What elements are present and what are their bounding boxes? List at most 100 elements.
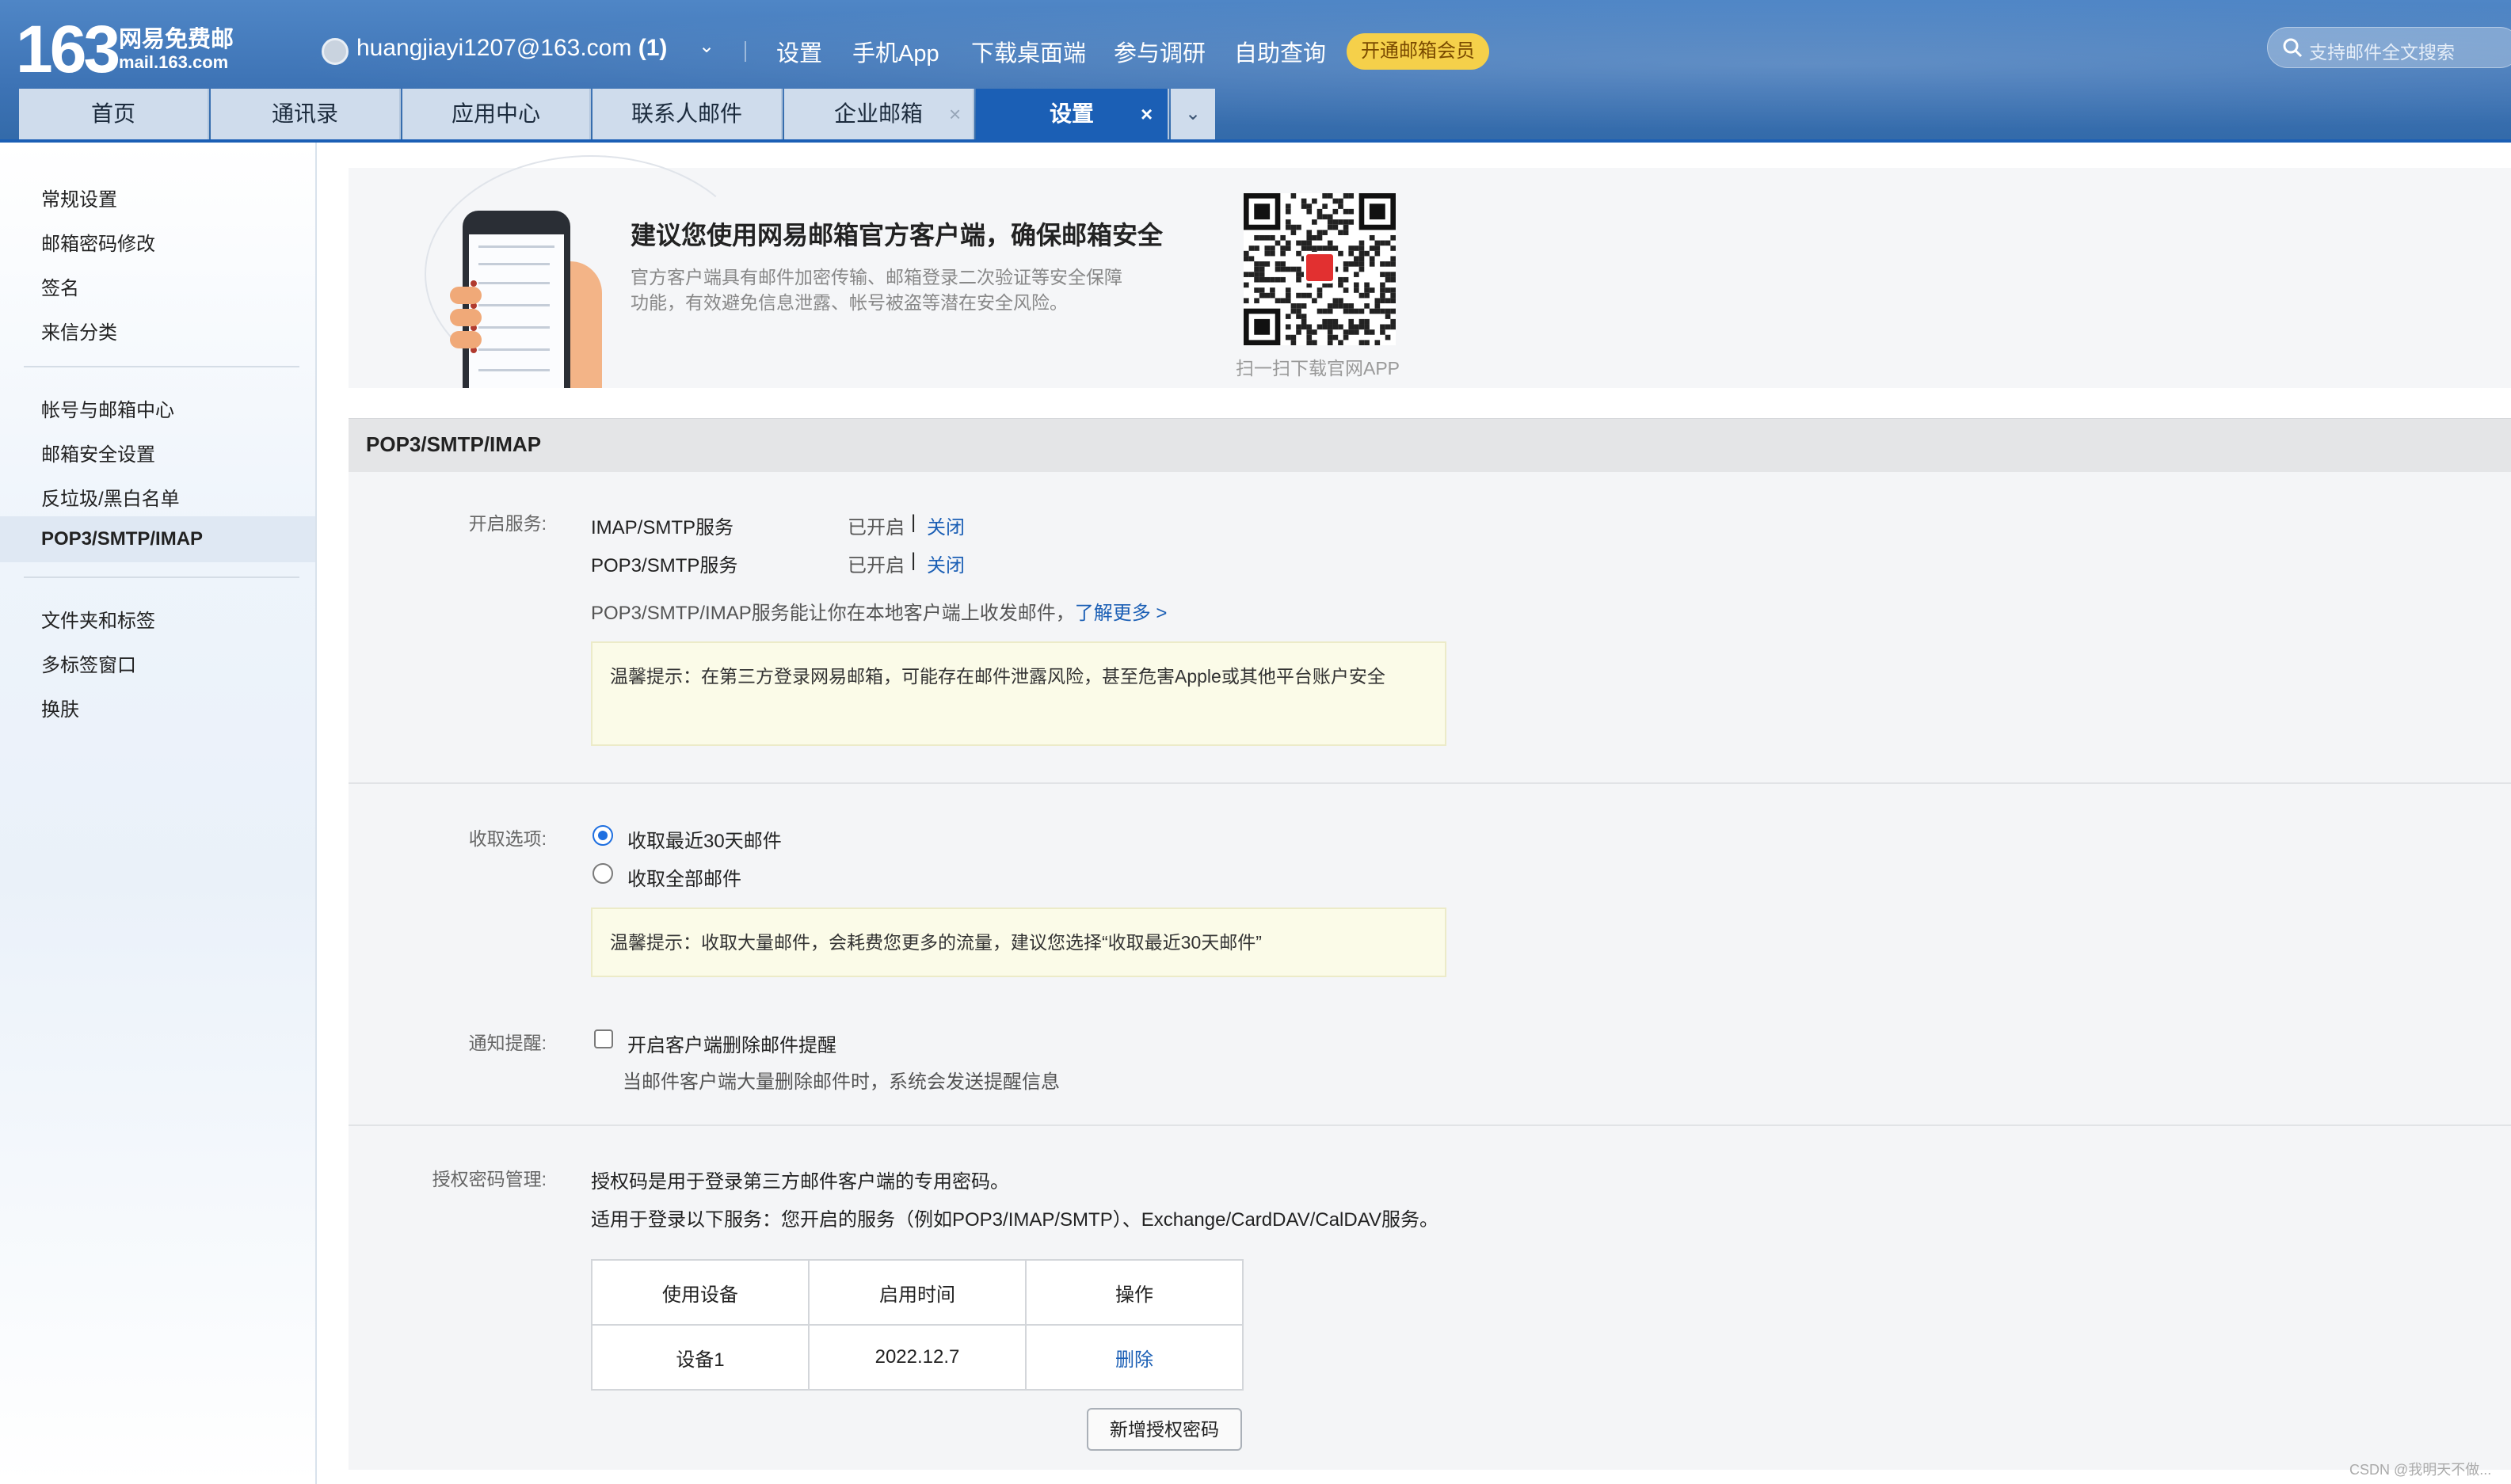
imap-disable-link[interactable]: 关闭 — [927, 512, 965, 539]
phone-dot — [471, 280, 477, 287]
sidebar-item-pop3[interactable]: POP3/SMTP/IMAP — [0, 516, 315, 562]
phone-line — [478, 263, 550, 265]
phone-line — [478, 245, 554, 248]
section-header — [349, 418, 2511, 472]
tab-enterprise-mail[interactable]: 企业邮箱 × — [784, 89, 974, 139]
search-placeholder: 支持邮件全文搜索 — [2309, 42, 2455, 63]
device-cell: 设备1 — [591, 1324, 810, 1391]
sidebar-item-signature[interactable]: 签名 — [41, 272, 79, 300]
column-header-time: 启用时间 — [808, 1259, 1027, 1326]
search-input[interactable]: 支持邮件全文搜索 — [2267, 27, 2511, 68]
receive-all-radio[interactable] — [593, 863, 613, 884]
delete-alert-description: 当邮件客户端大量删除邮件时，系统会发送提醒信息 — [623, 1071, 1060, 1093]
traffic-tip-box: 温馨提示：收取大量邮件，会耗费您更多的流量，建议您选择“收取最近30天邮件” — [591, 908, 1446, 977]
auth-scope-description: 适用于登录以下服务：您开启的服务（例如POP3/IMAP/SMTP）、Excha… — [591, 1209, 1438, 1231]
header-underline — [0, 139, 2511, 143]
nav-settings[interactable]: 设置 — [776, 35, 822, 68]
row-divider — [349, 1124, 2511, 1126]
sidebar-item-password[interactable]: 邮箱密码修改 — [41, 228, 155, 256]
phone-line — [478, 282, 550, 284]
nav-self-service[interactable]: 自助查询 — [1234, 35, 1326, 68]
top-header: 163 网易免费邮 mail.163.com huangjiayi1207@16… — [0, 0, 2511, 143]
tab-label: 企业邮箱 — [833, 101, 923, 126]
qr-caption: 扫一扫下载官网APP — [1236, 358, 1400, 379]
services-label: 开启服务: — [468, 513, 547, 534]
receive-label: 收取选项: — [468, 828, 547, 849]
account-email[interactable]: huangjiayi1207@163.com — [356, 35, 631, 61]
table-header-row: 使用设备 启用时间 操作 — [591, 1259, 1244, 1326]
tab-label: 设置 — [1049, 101, 1094, 126]
column-header-device: 使用设备 — [591, 1259, 810, 1326]
header-separator — [745, 41, 746, 62]
receive-30days-label[interactable]: 收取最近30天邮件 — [627, 825, 782, 853]
logo-domain[interactable]: mail.163.com — [119, 52, 228, 73]
sidebar-item-account-center[interactable]: 帐号与邮箱中心 — [41, 394, 174, 422]
sidebar-item-folders[interactable]: 文件夹和标签 — [41, 605, 155, 633]
row-divider — [349, 782, 2511, 784]
delete-alert-checkbox[interactable] — [594, 1029, 613, 1048]
nav-desktop-download[interactable]: 下载桌面端 — [971, 35, 1086, 68]
chevron-down-icon[interactable]: ⌄ — [1171, 89, 1215, 139]
delete-alert-label[interactable]: 开启客户端删除邮件提醒 — [627, 1029, 836, 1057]
imap-service-status: 已开启 — [848, 517, 905, 538]
app-logo-icon — [1304, 252, 1336, 283]
receive-30days-radio[interactable] — [593, 825, 613, 846]
logo-number[interactable]: 163 — [16, 11, 120, 88]
notify-label: 通知提醒: — [468, 1033, 547, 1053]
sidebar-divider — [24, 576, 299, 578]
receive-all-label[interactable]: 收取全部邮件 — [627, 863, 741, 891]
chevron-down-icon[interactable]: ⌄ — [699, 35, 714, 58]
auth-description: 授权码是用于登录第三方邮件客户端的专用密码。 — [591, 1171, 1009, 1193]
nav-survey[interactable]: 参与调研 — [1114, 35, 1206, 68]
sidebar-item-antispam[interactable]: 反垃圾/黑白名单 — [41, 483, 180, 511]
imap-service-name: IMAP/SMTP服务 — [591, 517, 734, 538]
sidebar-divider — [24, 366, 299, 367]
tab-contact-mail[interactable]: 联系人邮件 — [593, 89, 783, 139]
column-header-action: 操作 — [1025, 1259, 1244, 1326]
delete-link[interactable]: 删除 — [1025, 1324, 1244, 1391]
finger-illustration — [450, 309, 482, 326]
pop3-service-status: 已开启 — [848, 555, 905, 576]
phone-line — [478, 326, 550, 329]
logo-text[interactable]: 网易免费邮 — [119, 21, 234, 54]
close-icon[interactable]: × — [949, 89, 961, 139]
account-avatar-icon[interactable] — [322, 38, 349, 65]
finger-illustration — [450, 287, 482, 304]
watermark: CSDN @我明天不做... — [2349, 1462, 2492, 1478]
phone-line — [478, 348, 550, 351]
add-auth-code-button[interactable]: 新增授权密码 — [1087, 1408, 1242, 1451]
separator: | — [911, 512, 916, 533]
date-cell: 2022.12.7 — [808, 1324, 1027, 1391]
sidebar-item-security[interactable]: 邮箱安全设置 — [41, 439, 155, 466]
account-unread-count[interactable]: (1) — [638, 35, 668, 61]
table-row: 设备1 2022.12.7 删除 — [591, 1324, 1244, 1391]
banner-title: 建议您使用网易邮箱官方客户端，确保邮箱安全 — [631, 221, 1164, 249]
sidebar-item-mail-filter[interactable]: 来信分类 — [41, 317, 117, 344]
tab-app-center[interactable]: 应用中心 — [402, 89, 591, 139]
services-note: POP3/SMTP/IMAP服务能让你在本地客户端上收发邮件，了解更多 > — [591, 597, 1167, 625]
pop3-service-name: POP3/SMTP服务 — [591, 555, 738, 576]
learn-more-link[interactable]: 了解更多 > — [1075, 603, 1168, 624]
section-title: POP3/SMTP/IMAP — [366, 432, 542, 456]
nav-mobile-app[interactable]: 手机App — [852, 35, 939, 68]
pop3-disable-link[interactable]: 关闭 — [927, 550, 965, 577]
banner-description: 官方客户端具有邮件加密传输、邮箱登录二次验证等安全保障功能，有效避免信息泄露、帐… — [631, 267, 1122, 313]
tab-contacts[interactable]: 通讯录 — [211, 89, 401, 139]
close-icon[interactable]: × — [1141, 89, 1153, 139]
services-note-text: POP3/SMTP/IMAP服务能让你在本地客户端上收发邮件， — [591, 603, 1075, 624]
vip-button[interactable]: 开通邮箱会员 — [1347, 33, 1489, 70]
sidebar-item-general[interactable]: 常规设置 — [41, 184, 117, 211]
auth-devices-table: 使用设备 启用时间 操作 设备1 2022.12.7 删除 — [591, 1259, 1244, 1391]
security-tip-box: 温馨提示：在第三方登录网易邮箱，可能存在邮件泄露风险，甚至危害Apple或其他平… — [591, 641, 1446, 746]
tab-settings[interactable]: 设置 × — [976, 89, 1169, 139]
phone-screen — [469, 234, 564, 388]
separator: | — [911, 550, 916, 571]
sidebar-item-multi-tab[interactable]: 多标签窗口 — [41, 649, 136, 677]
phone-line — [478, 304, 550, 306]
search-icon[interactable] — [2282, 37, 2303, 58]
phone-line — [478, 369, 550, 371]
sidebar-item-skin[interactable]: 换肤 — [41, 694, 79, 721]
account-name[interactable]: huangjiayi1207@163.com (1) — [356, 35, 667, 62]
auth-label: 授权密码管理: — [432, 1169, 547, 1189]
tab-home[interactable]: 首页 — [19, 89, 209, 139]
